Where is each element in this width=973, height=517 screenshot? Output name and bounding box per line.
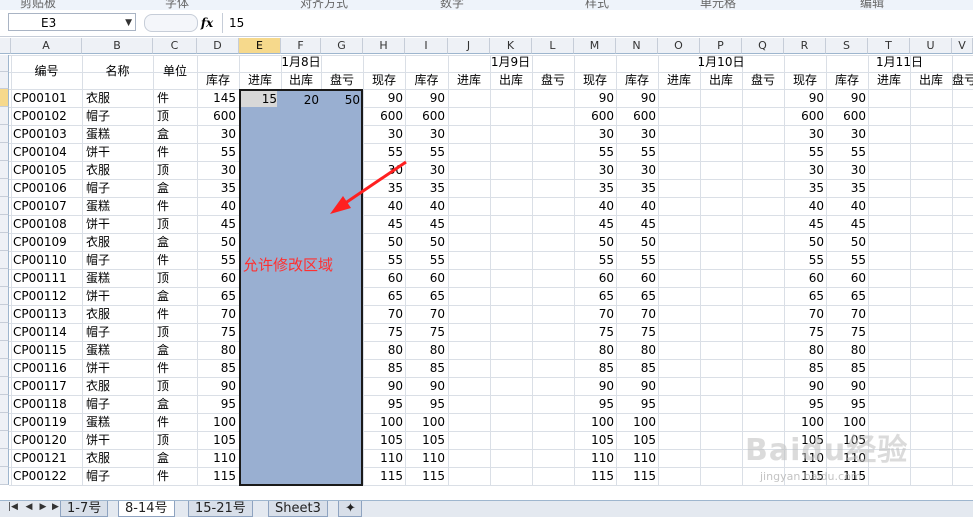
sheet-tab-bar: |◀ ◀ ▶ ▶| 1-7号 8-14号 15-21号 Sheet3 ✦ [0, 500, 973, 517]
next-sheet-icon[interactable]: ▶ [36, 502, 50, 512]
first-sheet-icon[interactable]: |◀ [6, 502, 20, 512]
tab-15-21[interactable]: 15-21号 [188, 501, 253, 517]
watermark-logo: Baidu经验 [745, 433, 909, 468]
watermark-url: jingyan.baidu.com [760, 470, 862, 483]
tab-8-14[interactable]: 8-14号 [118, 501, 175, 517]
insert-sheet-icon[interactable]: ✦ [338, 501, 362, 517]
tab-sheet3[interactable]: Sheet3 [268, 501, 328, 517]
tab-1-7[interactable]: 1-7号 [60, 501, 109, 517]
prev-sheet-icon[interactable]: ◀ [22, 502, 36, 512]
